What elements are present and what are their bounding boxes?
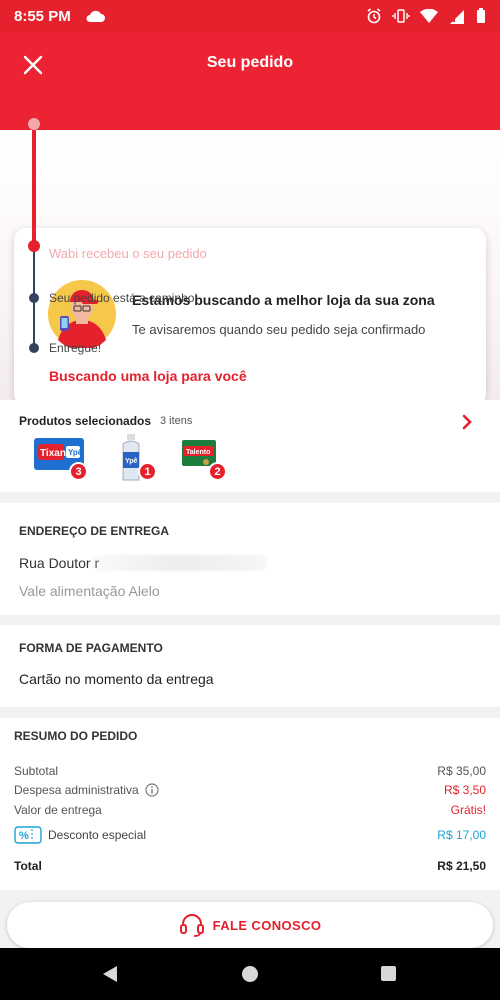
delivery-fee-row: Valor de entrega Grátis!	[14, 803, 486, 817]
svg-text:Tixan: Tixan	[40, 448, 66, 459]
system-nav-bar	[0, 948, 500, 1000]
discount-row: % Desconto especial R$ 17,00	[14, 826, 486, 844]
footer: FALE CONOSCO	[0, 890, 500, 948]
vibrate-icon	[392, 9, 410, 23]
step-current-label: Buscando uma loja para você	[49, 368, 247, 384]
product-item[interactable]: Ypê 1	[104, 432, 164, 484]
step-on-the-way-label: Seu pedido está a caminho!	[49, 291, 198, 305]
step-delivered-label: Entregue!	[49, 341, 102, 355]
back-icon[interactable]	[101, 965, 119, 983]
quantity-badge: 3	[69, 462, 88, 481]
headset-icon	[179, 914, 204, 937]
step-received-label: Wabi recebeu o seu pedido	[49, 246, 207, 261]
product-item[interactable]: Tixan Ypê 3	[32, 432, 92, 484]
quantity-badge: 2	[208, 462, 227, 481]
searching-subtitle: Te avisaremos quando seu pedido seja con…	[132, 322, 426, 337]
timeline-dot-current	[28, 240, 40, 252]
contact-button[interactable]: FALE CONOSCO	[7, 902, 493, 948]
summary-title: RESUMO DO PEDIDO	[14, 729, 138, 743]
delivery-address-section: ENDEREÇO DE ENTREGA Rua Doutor r Vale al…	[0, 503, 500, 615]
address-title: ENDEREÇO DE ENTREGA	[19, 524, 170, 538]
address-note: Vale alimentação Alelo	[19, 583, 160, 599]
delivery-fee-label: Valor de entrega	[14, 803, 102, 817]
status-bar: 8:55 PM	[0, 0, 500, 32]
timeline-dot-delivered	[29, 343, 39, 353]
svg-text:Ypê: Ypê	[68, 448, 83, 457]
admin-fee-row: Despesa administrativa R$ 3,50	[14, 783, 486, 797]
discount-tag-icon: %	[14, 826, 42, 844]
subtotal-value: R$ 35,00	[437, 764, 486, 778]
page-title: Seu pedido	[206, 54, 294, 71]
quantity-badge: 1	[138, 462, 157, 481]
products-title: Produtos selecionados	[19, 414, 152, 428]
timeline-progress-line	[32, 124, 36, 252]
total-row: Total R$ 21,50	[14, 859, 486, 873]
signal-icon	[450, 9, 464, 24]
address-redaction	[92, 555, 267, 571]
info-icon[interactable]	[145, 783, 159, 797]
timeline-dot-received	[28, 118, 40, 130]
discount-icon-text: %	[19, 830, 29, 842]
product-item[interactable]: Talento 2	[176, 432, 236, 484]
total-label: Total	[14, 859, 42, 873]
products-count: 3 itens	[160, 415, 193, 427]
subtotal-row: Subtotal R$ 35,00	[14, 764, 486, 778]
battery-icon	[477, 8, 485, 23]
total-value: R$ 21,50	[437, 859, 486, 873]
timeline-dot-on-the-way	[29, 293, 39, 303]
chevron-right-icon[interactable]	[460, 413, 474, 431]
recent-apps-icon[interactable]	[381, 966, 396, 981]
admin-fee-value: R$ 3,50	[443, 783, 486, 797]
payment-method: Cartão no momento da entrega	[19, 671, 214, 687]
cloud-icon	[86, 10, 105, 22]
discount-label: Desconto especial	[48, 828, 147, 842]
address-street: Rua Doutor r	[19, 555, 100, 571]
wifi-icon	[420, 8, 438, 23]
svg-text:Talento: Talento	[186, 449, 210, 456]
payment-title: FORMA DE PAGAMENTO	[19, 641, 163, 655]
discount-value: R$ 17,00	[437, 828, 486, 842]
subtotal-label: Subtotal	[14, 764, 59, 778]
status-time: 8:55 PM	[14, 7, 71, 25]
contact-button-label: FALE CONOSCO	[212, 917, 322, 933]
payment-section: FORMA DE PAGAMENTO Cartão no momento da …	[0, 625, 500, 707]
status-icons	[366, 8, 486, 24]
home-icon[interactable]	[242, 966, 258, 982]
svg-text:Ypê: Ypê	[125, 458, 138, 465]
status-card: Wabi recebeu o seu pedido Estamos buscan…	[14, 228, 486, 406]
order-summary-section: RESUMO DO PEDIDO Subtotal R$ 35,00 Despe…	[0, 718, 500, 890]
delivery-fee-value: Grátis!	[450, 803, 486, 817]
alarm-icon	[367, 8, 381, 24]
order-tracking: Wabi recebeu o seu pedido Estamos buscan…	[0, 130, 500, 406]
app-header: Seu pedido	[0, 32, 500, 130]
selected-products-section[interactable]: Produtos selecionados 3 itens Tixan Ypê …	[0, 400, 500, 492]
admin-fee-label: Despesa administrativa	[14, 783, 139, 797]
